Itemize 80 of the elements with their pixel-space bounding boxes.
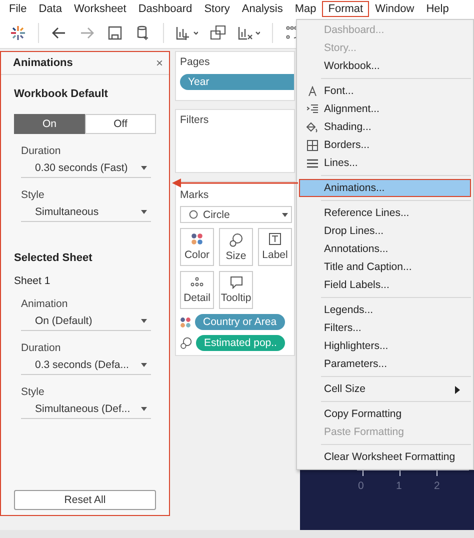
menu-item[interactable]: Alignment... xyxy=(299,100,471,118)
dropdown[interactable]: Simultaneous xyxy=(21,206,151,222)
size-icon xyxy=(229,232,243,246)
axis-tick-label: 0 xyxy=(358,480,364,492)
color-dots-icon xyxy=(191,233,203,245)
menu-item[interactable]: Shading... xyxy=(299,118,471,136)
section-heading: Workbook Default xyxy=(14,88,109,100)
dropdown[interactable]: On (Default) xyxy=(21,315,151,331)
field-label: Style xyxy=(21,189,46,201)
axis-tick-label: 2 xyxy=(434,480,440,492)
menu-item[interactable]: Filters... xyxy=(299,319,471,337)
add-data-source-icon[interactable] xyxy=(135,25,151,41)
menu-item[interactable]: Lines... xyxy=(299,154,471,172)
menu-item[interactable]: Help xyxy=(420,1,455,17)
menu-item[interactable]: Cell Size xyxy=(299,380,471,398)
duplicate-icon[interactable] xyxy=(210,25,226,41)
menu-item[interactable]: Clear Worksheet Formatting xyxy=(299,448,471,466)
menu-item[interactable]: Animations... xyxy=(299,179,471,197)
lines-icon xyxy=(306,158,318,168)
reset-all-button[interactable]: Reset All xyxy=(14,490,156,510)
menu-item[interactable]: Borders... xyxy=(299,136,471,154)
menu-item[interactable]: Analysis xyxy=(236,1,289,17)
save-icon[interactable] xyxy=(107,25,123,41)
back-arrow-icon[interactable] xyxy=(51,25,67,41)
menu-item[interactable]: Workbook... xyxy=(299,57,471,75)
toggle-option[interactable]: On xyxy=(14,114,85,134)
color-dots-icon xyxy=(180,316,191,328)
menu-item[interactable]: Title and Caption... xyxy=(299,258,471,276)
detail-dots-icon xyxy=(190,276,204,286)
field-label: Duration xyxy=(21,145,62,157)
sheet-name: Sheet 1 xyxy=(14,275,52,287)
size-icon xyxy=(180,337,192,349)
menu-item[interactable]: Parameters... xyxy=(299,355,471,373)
circle-icon xyxy=(189,210,198,219)
grid-icon xyxy=(306,140,318,150)
field-label: Style xyxy=(21,386,46,398)
menu-item[interactable]: Legends... xyxy=(299,301,471,319)
close-button[interactable]: × xyxy=(154,56,165,70)
panel-title: Animations xyxy=(13,57,73,69)
menu-item[interactable]: Drop Lines... xyxy=(299,222,471,240)
menu-item[interactable]: Dashboard xyxy=(132,1,198,17)
font-icon xyxy=(308,86,316,96)
menu-item[interactable]: Reference Lines... xyxy=(299,204,471,222)
field-label: Animation xyxy=(21,298,69,310)
mark-property-button[interactable]: Detail xyxy=(180,271,214,309)
speech-bubble-icon xyxy=(230,276,242,289)
mark-property-button[interactable]: Size xyxy=(219,228,253,266)
dropdown[interactable]: 0.30 seconds (Fast) xyxy=(21,162,151,178)
mark-property-button[interactable]: Label xyxy=(258,228,292,266)
menu-item[interactable]: Map xyxy=(288,1,322,17)
shelf-title: Pages xyxy=(180,56,211,68)
shelf-title: Filters xyxy=(180,114,210,126)
field-label: Duration xyxy=(21,342,62,354)
section-heading: Selected Sheet xyxy=(14,252,94,264)
alignment-icon xyxy=(306,104,318,114)
menu-item[interactable]: Annotations... xyxy=(299,240,471,258)
menu-item[interactable]: Story xyxy=(198,1,236,17)
clear-sheet-icon[interactable] xyxy=(238,25,260,41)
mark-type-dropdown[interactable]: Circle xyxy=(180,206,292,223)
menu-item[interactable]: Worksheet xyxy=(68,1,132,17)
mark-type: Circle xyxy=(203,208,230,220)
menu-item[interactable]: Window xyxy=(369,1,420,17)
new-worksheet-icon[interactable] xyxy=(176,25,198,41)
shelf-title: Marks xyxy=(180,189,209,201)
menu-item[interactable]: File xyxy=(3,1,33,17)
menu-item[interactable]: Copy Formatting xyxy=(299,405,471,423)
axis-tick-label: 1 xyxy=(396,480,402,492)
toggle-option[interactable]: Off xyxy=(85,114,156,134)
menu-item[interactable]: Field Labels... xyxy=(299,276,471,294)
paint-bucket-icon xyxy=(306,122,318,132)
logo-icon[interactable] xyxy=(10,25,26,41)
dropdown[interactable]: Simultaneous (Def... xyxy=(21,403,151,419)
menu-item[interactable]: Data xyxy=(32,1,68,17)
mark-property-button[interactable]: Color xyxy=(180,228,214,266)
dropdown[interactable]: 0.3 seconds (Defa... xyxy=(21,359,151,375)
text-box-icon xyxy=(269,233,281,245)
menu-item[interactable]: Format xyxy=(322,1,370,17)
mark-property-button[interactable]: Tooltip xyxy=(219,271,253,309)
menu-item[interactable]: Font... xyxy=(299,82,471,100)
menu-item[interactable]: Highlighters... xyxy=(299,337,471,355)
